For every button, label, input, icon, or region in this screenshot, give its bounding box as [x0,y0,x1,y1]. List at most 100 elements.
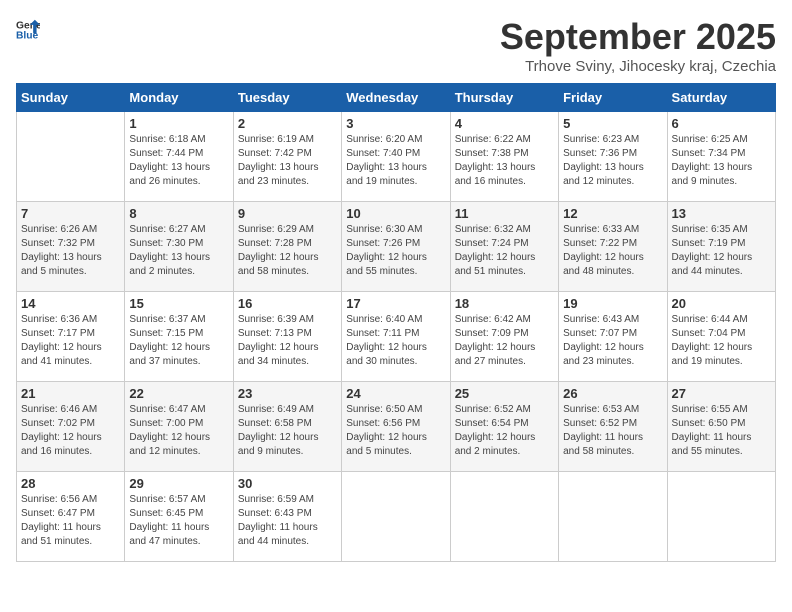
day-info: Sunrise: 6:53 AM Sunset: 6:52 PM Dayligh… [563,403,662,459]
weekday-header-row: SundayMondayTuesdayWednesdayThursdayFrid… [17,84,776,112]
day-info: Sunrise: 6:49 AM Sunset: 6:58 PM Dayligh… [238,403,337,459]
day-info: Sunrise: 6:30 AM Sunset: 7:26 PM Dayligh… [346,223,445,279]
calendar-cell: 17 Sunrise: 6:40 AM Sunset: 7:11 PM Dayli… [342,292,450,382]
day-info: Sunrise: 6:47 AM Sunset: 7:00 PM Dayligh… [129,403,228,459]
calendar-table: SundayMondayTuesdayWednesdayThursdayFrid… [16,83,776,562]
day-info: Sunrise: 6:23 AM Sunset: 7:36 PM Dayligh… [563,133,662,189]
calendar-cell: 14Sunrise: 6:36 AM Sunset: 7:17 PM Dayli… [17,292,125,382]
day-number: 3 [346,116,445,131]
location-title: Trhove Sviny, Jihocesky kraj, Czechia [500,58,776,75]
day-info: Sunrise: 6:26 AM Sunset: 7:32 PM Dayligh… [21,223,120,279]
day-number: 27 [672,386,771,401]
day-number: 20 [672,296,771,311]
calendar-week-5: 28 Sunrise: 6:56 AM Sunset: 6:47 PM Dayli… [17,472,776,562]
day-info: Sunrise: 6:55 AM Sunset: 6:50 PM Dayligh… [672,403,771,459]
day-number: 11 [455,206,554,221]
calendar-body: 1 Sunrise: 6:18 AM Sunset: 7:44 PM Daylig… [17,112,776,562]
day-info: Sunrise: 6:22 AM Sunset: 7:38 PM Dayligh… [455,133,554,189]
day-info: Sunrise: 6:42 AM Sunset: 7:09 PM Dayligh… [455,313,554,369]
calendar-cell: 22 Sunrise: 6:47 AM Sunset: 7:00 PM Dayli… [125,382,233,472]
calendar-cell: 29 Sunrise: 6:57 AM Sunset: 6:45 PM Dayli… [125,472,233,562]
day-info: Sunrise: 6:29 AM Sunset: 7:28 PM Dayligh… [238,223,337,279]
day-info: Sunrise: 6:39 AM Sunset: 7:13 PM Dayligh… [238,313,337,369]
calendar-cell: 16 Sunrise: 6:39 AM Sunset: 7:13 PM Dayli… [233,292,341,382]
day-info: Sunrise: 6:18 AM Sunset: 7:44 PM Dayligh… [129,133,228,189]
day-number: 24 [346,386,445,401]
day-info: Sunrise: 6:25 AM Sunset: 7:34 PM Dayligh… [672,133,771,189]
day-number: 9 [238,206,337,221]
day-number: 10 [346,206,445,221]
calendar-cell: 9 Sunrise: 6:29 AM Sunset: 7:28 PM Daylig… [233,202,341,292]
day-info: Sunrise: 6:50 AM Sunset: 6:56 PM Dayligh… [346,403,445,459]
calendar-cell: 3Sunrise: 6:20 AM Sunset: 7:40 PM Daylig… [342,112,450,202]
day-number: 28 [21,476,120,491]
calendar-cell: 1 Sunrise: 6:18 AM Sunset: 7:44 PM Daylig… [125,112,233,202]
calendar-cell: 8 Sunrise: 6:27 AM Sunset: 7:30 PM Daylig… [125,202,233,292]
calendar-cell: 5 Sunrise: 6:23 AM Sunset: 7:36 PM Daylig… [559,112,667,202]
logo-icon: General Blue [16,16,40,44]
day-number: 4 [455,116,554,131]
calendar-week-4: 21Sunrise: 6:46 AM Sunset: 7:02 PM Dayli… [17,382,776,472]
calendar-cell: 6Sunrise: 6:25 AM Sunset: 7:34 PM Daylig… [667,112,775,202]
day-info: Sunrise: 6:27 AM Sunset: 7:30 PM Dayligh… [129,223,228,279]
day-number: 14 [21,296,120,311]
day-number: 13 [672,206,771,221]
calendar-cell: 21Sunrise: 6:46 AM Sunset: 7:02 PM Dayli… [17,382,125,472]
calendar-cell: 27 Sunrise: 6:55 AM Sunset: 6:50 PM Dayli… [667,382,775,472]
day-number: 16 [238,296,337,311]
weekday-header-monday: Monday [125,84,233,112]
day-number: 8 [129,206,228,221]
calendar-cell: 19 Sunrise: 6:43 AM Sunset: 7:07 PM Dayli… [559,292,667,382]
weekday-header-friday: Friday [559,84,667,112]
day-number: 23 [238,386,337,401]
calendar-cell: 25 Sunrise: 6:52 AM Sunset: 6:54 PM Dayli… [450,382,558,472]
weekday-header-tuesday: Tuesday [233,84,341,112]
calendar-cell: 12Sunrise: 6:33 AM Sunset: 7:22 PM Dayli… [559,202,667,292]
calendar-cell: 30 Sunrise: 6:59 AM Sunset: 6:43 PM Dayli… [233,472,341,562]
calendar-cell [559,472,667,562]
day-number: 1 [129,116,228,131]
day-info: Sunrise: 6:44 AM Sunset: 7:04 PM Dayligh… [672,313,771,369]
calendar-cell: 18 Sunrise: 6:42 AM Sunset: 7:09 PM Dayli… [450,292,558,382]
day-info: Sunrise: 6:52 AM Sunset: 6:54 PM Dayligh… [455,403,554,459]
month-title: September 2025 [500,16,776,58]
day-number: 2 [238,116,337,131]
calendar-cell: 20 Sunrise: 6:44 AM Sunset: 7:04 PM Dayli… [667,292,775,382]
day-number: 19 [563,296,662,311]
day-info: Sunrise: 6:40 AM Sunset: 7:11 PM Dayligh… [346,313,445,369]
calendar-cell: 13 Sunrise: 6:35 AM Sunset: 7:19 PM Dayli… [667,202,775,292]
day-info: Sunrise: 6:57 AM Sunset: 6:45 PM Dayligh… [129,493,228,549]
calendar-cell [450,472,558,562]
day-info: Sunrise: 6:59 AM Sunset: 6:43 PM Dayligh… [238,493,337,549]
day-info: Sunrise: 6:37 AM Sunset: 7:15 PM Dayligh… [129,313,228,369]
calendar-cell: 15 Sunrise: 6:37 AM Sunset: 7:15 PM Dayli… [125,292,233,382]
weekday-header-saturday: Saturday [667,84,775,112]
calendar-week-1: 1 Sunrise: 6:18 AM Sunset: 7:44 PM Daylig… [17,112,776,202]
calendar-cell: 28 Sunrise: 6:56 AM Sunset: 6:47 PM Dayli… [17,472,125,562]
day-number: 17 [346,296,445,311]
calendar-cell: 26 Sunrise: 6:53 AM Sunset: 6:52 PM Dayli… [559,382,667,472]
day-number: 15 [129,296,228,311]
day-number: 5 [563,116,662,131]
calendar-week-3: 14Sunrise: 6:36 AM Sunset: 7:17 PM Dayli… [17,292,776,382]
day-info: Sunrise: 6:35 AM Sunset: 7:19 PM Dayligh… [672,223,771,279]
day-number: 29 [129,476,228,491]
calendar-cell: 2Sunrise: 6:19 AM Sunset: 7:42 PM Daylig… [233,112,341,202]
day-number: 7 [21,206,120,221]
day-number: 26 [563,386,662,401]
calendar-cell: 7 Sunrise: 6:26 AM Sunset: 7:32 PM Daylig… [17,202,125,292]
day-number: 21 [21,386,120,401]
calendar-cell: 23 Sunrise: 6:49 AM Sunset: 6:58 PM Dayli… [233,382,341,472]
day-number: 18 [455,296,554,311]
day-number: 30 [238,476,337,491]
weekday-header-sunday: Sunday [17,84,125,112]
calendar-cell [667,472,775,562]
weekday-header-wednesday: Wednesday [342,84,450,112]
day-info: Sunrise: 6:43 AM Sunset: 7:07 PM Dayligh… [563,313,662,369]
calendar-cell [17,112,125,202]
day-info: Sunrise: 6:56 AM Sunset: 6:47 PM Dayligh… [21,493,120,549]
day-number: 22 [129,386,228,401]
calendar-week-2: 7 Sunrise: 6:26 AM Sunset: 7:32 PM Daylig… [17,202,776,292]
day-number: 25 [455,386,554,401]
calendar-cell: 11Sunrise: 6:32 AM Sunset: 7:24 PM Dayli… [450,202,558,292]
